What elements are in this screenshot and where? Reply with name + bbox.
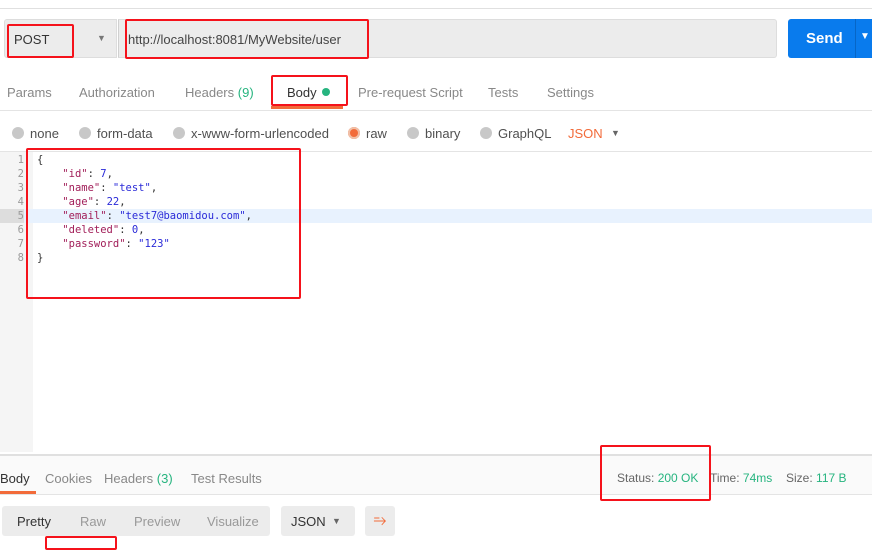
view-preview[interactable]: Preview (134, 514, 180, 529)
request-tabs: Params Authorization Headers (9) Body Pr… (0, 75, 872, 111)
tab-settings[interactable]: Settings (547, 85, 594, 100)
view-pretty[interactable]: Pretty (17, 514, 51, 529)
size-readout: Size: 117 B (786, 471, 847, 485)
line-number: 7 (17, 238, 24, 250)
radio-binary[interactable]: binary (407, 126, 460, 141)
response-tab-cookies[interactable]: Cookies (45, 471, 92, 486)
chevron-down-icon: ▼ (97, 33, 106, 43)
view-raw[interactable]: Raw (80, 514, 106, 529)
line-number: 3 (17, 182, 24, 194)
chevron-down-icon[interactable]: ▼ (860, 31, 870, 42)
tab-headers[interactable]: Headers (9) (185, 85, 254, 100)
body-type-options: none form-data x-www-form-urlencoded raw… (0, 124, 872, 144)
response-tab-body[interactable]: Body (0, 471, 30, 486)
radio-raw[interactable]: raw (348, 126, 387, 141)
annotation-box (271, 75, 348, 106)
annotation-box (125, 19, 369, 59)
send-label: Send (806, 30, 843, 47)
response-view-switch: Pretty Raw Preview Visualize (2, 506, 270, 536)
annotation-box (600, 445, 711, 501)
tab-params[interactable]: Params (7, 85, 52, 100)
response-format-value: JSON (291, 514, 326, 529)
send-button[interactable]: Send ▼ (788, 19, 872, 58)
chevron-down-icon: ▼ (332, 516, 341, 526)
tab-tests[interactable]: Tests (488, 85, 518, 100)
tab-authorization[interactable]: Authorization (79, 85, 155, 100)
response-tab-headers[interactable]: Headers (3) (104, 471, 173, 486)
radio-none[interactable]: none (12, 126, 59, 141)
line-number: 1 (17, 154, 24, 166)
time-readout: Time: 74ms (710, 471, 773, 485)
radio-form-data[interactable]: form-data (79, 126, 153, 141)
view-visualize[interactable]: Visualize (207, 514, 259, 529)
tab-pre-request-script[interactable]: Pre-request Script (358, 85, 463, 100)
send-separator (855, 19, 856, 58)
line-number: 5 (0, 209, 24, 223)
top-divider (0, 8, 872, 9)
line-number: 8 (17, 252, 24, 264)
annotation-box (7, 24, 74, 58)
line-number: 4 (17, 196, 24, 208)
active-tab-underline (271, 106, 343, 109)
annotation-box (45, 536, 117, 550)
response-bar: Body Cookies Headers (3) Test Results St… (0, 454, 872, 495)
wrap-lines-icon[interactable]: ⥱ (365, 506, 395, 536)
chevron-down-icon[interactable]: ▼ (611, 128, 620, 138)
radio-graphql[interactable]: GraphQL (480, 126, 551, 141)
response-tab-test-results[interactable]: Test Results (191, 471, 262, 486)
response-format-select[interactable]: JSON ▼ (281, 506, 355, 536)
response-tab-underline (0, 491, 36, 494)
line-number: 6 (17, 224, 24, 236)
annotation-box (26, 148, 301, 299)
format-select[interactable]: JSON (568, 126, 603, 141)
radio-x-www-form-urlencoded[interactable]: x-www-form-urlencoded (173, 126, 329, 141)
line-number: 2 (17, 168, 24, 180)
